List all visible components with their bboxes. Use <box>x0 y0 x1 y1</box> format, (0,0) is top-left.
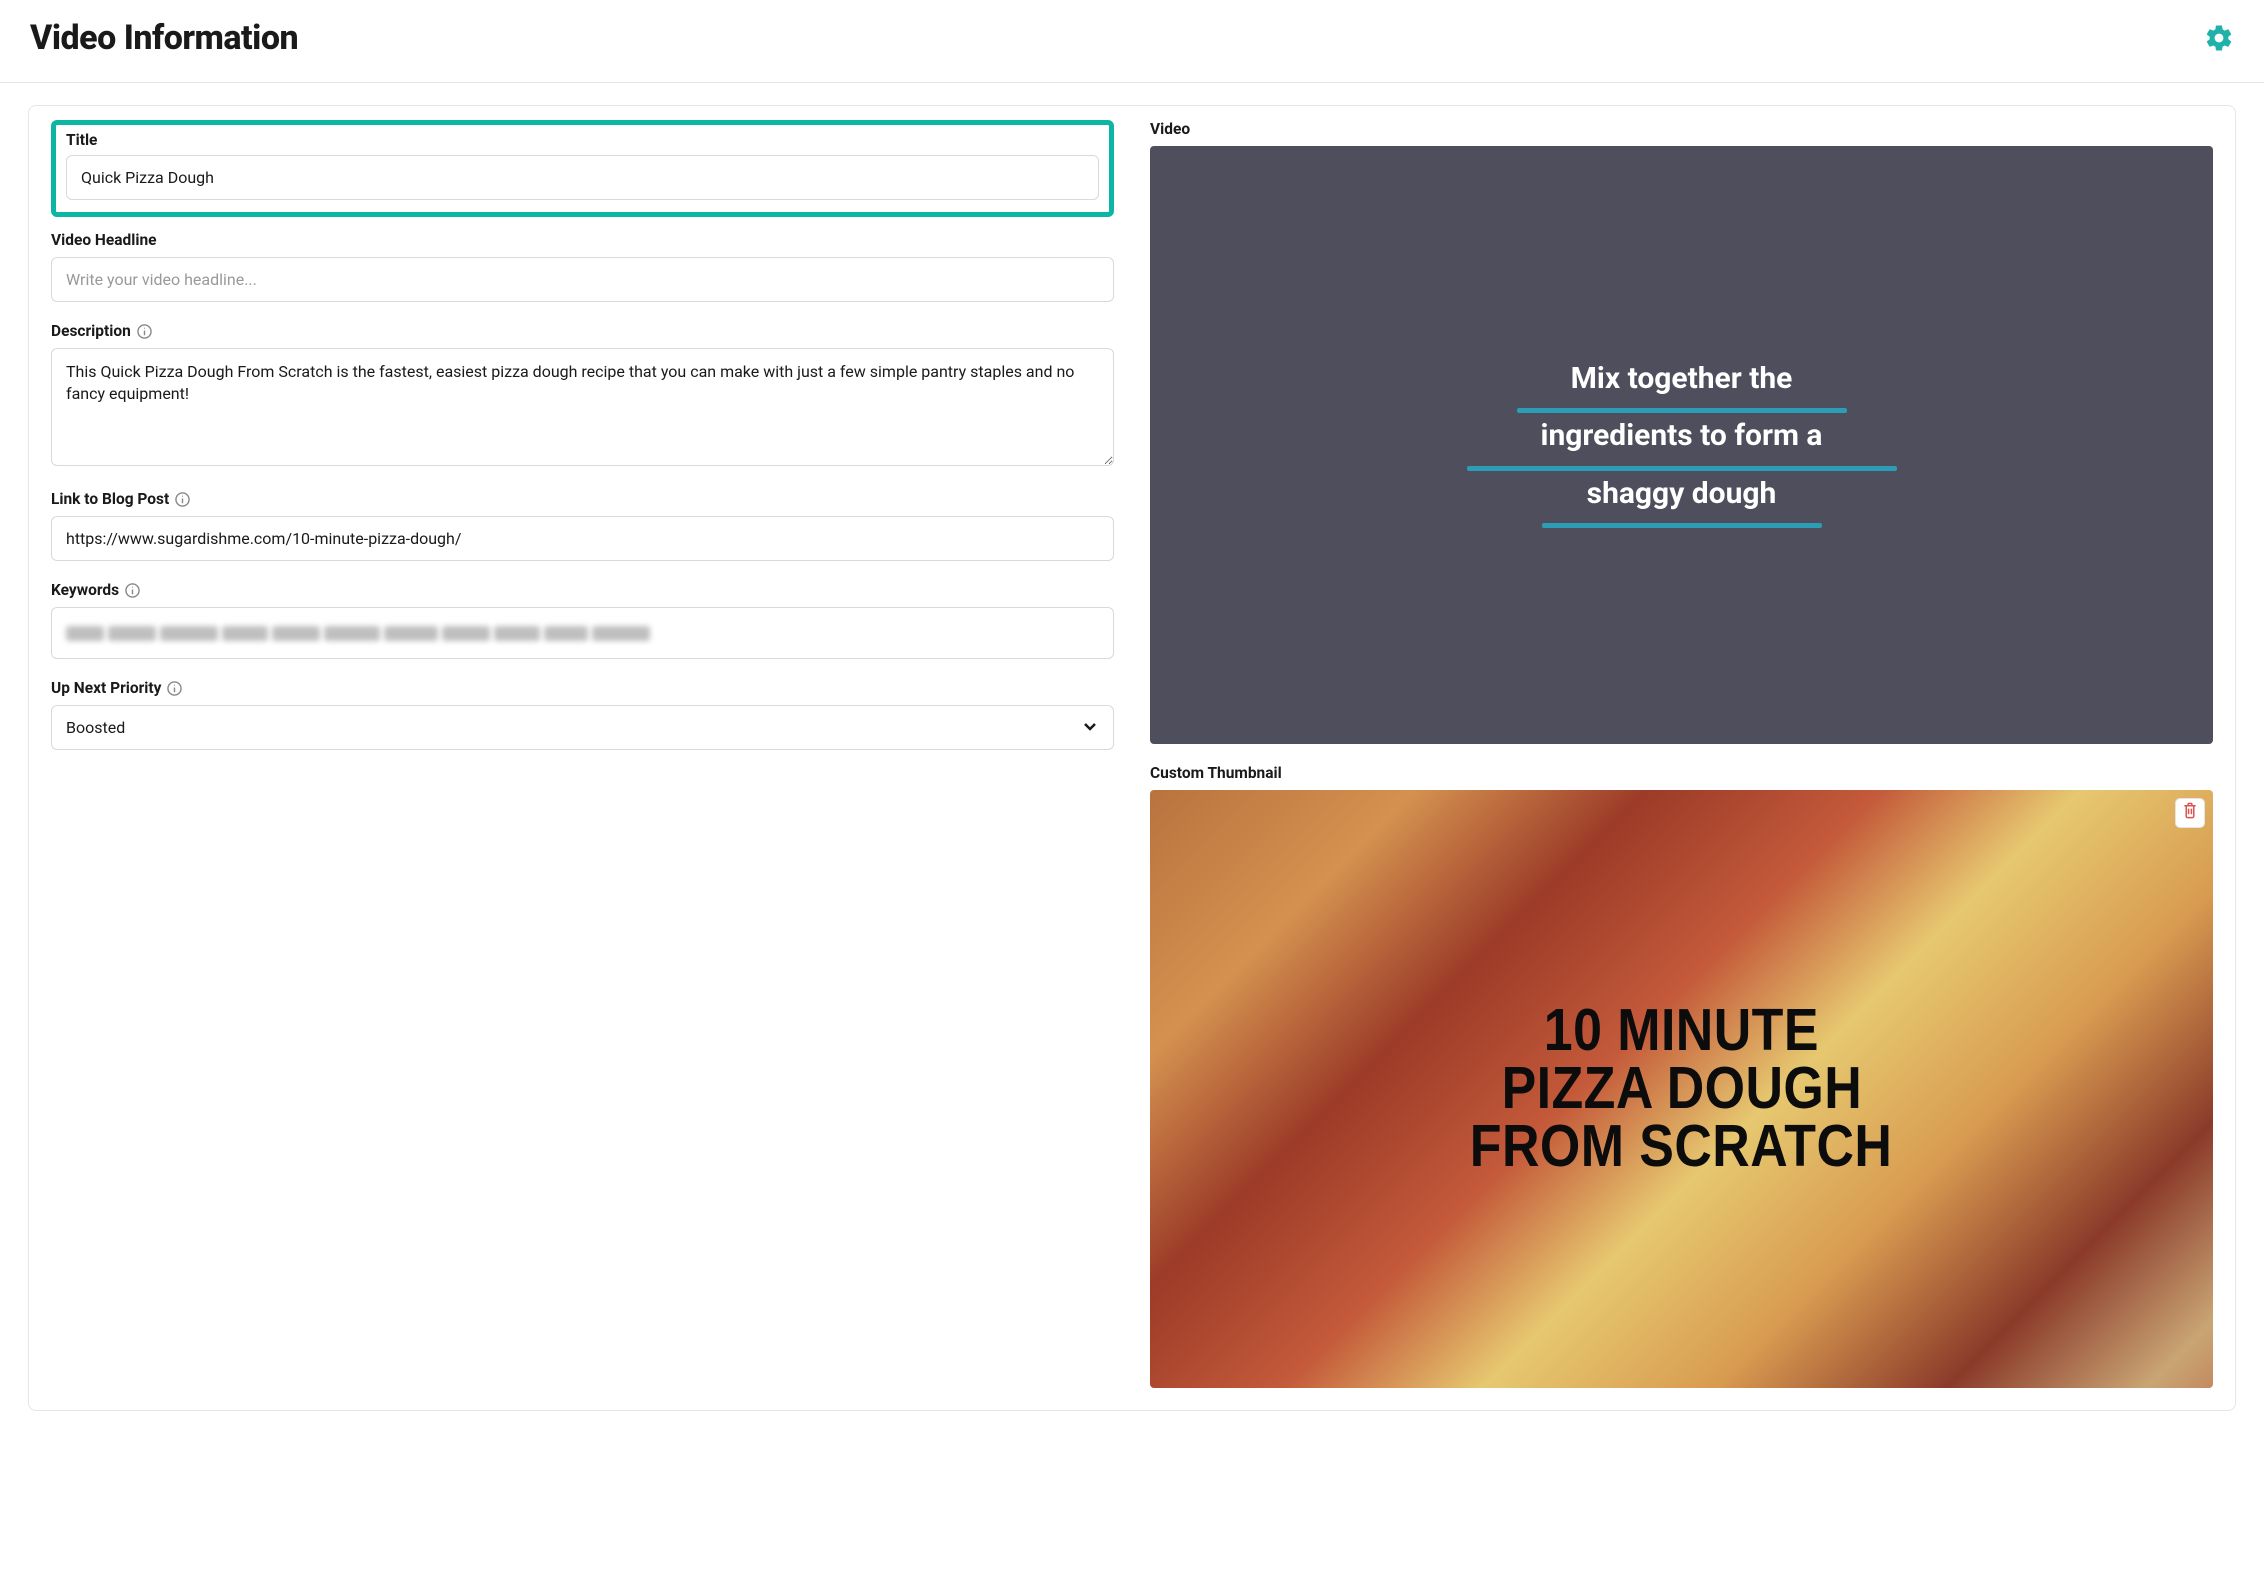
caption-underline <box>1517 408 1847 413</box>
priority-label-text: Up Next Priority <box>51 679 161 697</box>
description-field: Description This Quick Pizza Dough From … <box>51 322 1114 470</box>
priority-label: Up Next Priority <box>51 679 1114 697</box>
trash-icon <box>2182 802 2198 823</box>
custom-thumbnail[interactable]: 10 MINUTE PIZZA DOUGH FROM SCRATCH <box>1150 790 2213 1388</box>
link-field: Link to Blog Post <box>51 490 1114 561</box>
thumbnail-text-line: PIZZA DOUGH <box>1501 1060 1862 1118</box>
thumbnail-text-line: 10 MINUTE <box>1544 1002 1819 1060</box>
settings-gear-icon[interactable] <box>2204 23 2234 53</box>
caption-underline <box>1542 523 1822 528</box>
thumbnail-overlay: 10 MINUTE PIZZA DOUGH FROM SCRATCH <box>1150 790 2213 1388</box>
priority-select[interactable]: Boosted <box>51 705 1114 750</box>
title-input[interactable] <box>66 155 1099 200</box>
link-label: Link to Blog Post <box>51 490 1114 508</box>
keywords-field: Keywords <box>51 581 1114 659</box>
title-label: Title <box>66 131 1099 149</box>
page-header: Video Information <box>0 0 2264 83</box>
headline-input[interactable] <box>51 257 1114 302</box>
page-title: Video Information <box>30 18 298 58</box>
delete-thumbnail-button[interactable] <box>2175 798 2205 828</box>
video-preview[interactable]: Mix together the ingredients to form a s… <box>1150 146 2213 744</box>
video-caption-line: ingredients to form a <box>1541 419 1823 460</box>
description-label-text: Description <box>51 322 131 340</box>
left-column: Title Video Headline Description This Qu… <box>51 120 1114 1388</box>
info-icon[interactable] <box>125 583 140 598</box>
priority-field: Up Next Priority Boosted <box>51 679 1114 750</box>
thumbnail-text-line: FROM SCRATCH <box>1470 1118 1893 1176</box>
link-label-text: Link to Blog Post <box>51 490 169 508</box>
video-preview-field: Video Mix together the ingredients to fo… <box>1150 120 2213 744</box>
description-label: Description <box>51 322 1114 340</box>
thumbnail-label: Custom Thumbnail <box>1150 764 2213 782</box>
main-container: Title Video Headline Description This Qu… <box>0 83 2264 1433</box>
headline-label: Video Headline <box>51 231 1114 249</box>
caption-underline <box>1467 466 1897 471</box>
thumbnail-field: Custom Thumbnail 10 MINUTE PIZZA DOUGH F… <box>1150 764 2213 1388</box>
headline-field: Video Headline <box>51 231 1114 302</box>
video-caption-line: Mix together the <box>1571 362 1793 403</box>
description-textarea[interactable]: This Quick Pizza Dough From Scratch is t… <box>51 348 1114 466</box>
info-icon[interactable] <box>175 492 190 507</box>
keywords-input-redacted[interactable] <box>51 607 1114 659</box>
keywords-label-text: Keywords <box>51 581 119 599</box>
right-column: Video Mix together the ingredients to fo… <box>1150 120 2213 1388</box>
title-field-highlighted: Title <box>51 120 1114 217</box>
link-input[interactable] <box>51 516 1114 561</box>
video-caption-line: shaggy dough <box>1587 477 1777 518</box>
form-panel: Title Video Headline Description This Qu… <box>28 105 2236 1411</box>
info-icon[interactable] <box>137 324 152 339</box>
priority-select-wrapper: Boosted <box>51 705 1114 750</box>
info-icon[interactable] <box>167 681 182 696</box>
keywords-label: Keywords <box>51 581 1114 599</box>
video-label: Video <box>1150 120 2213 138</box>
